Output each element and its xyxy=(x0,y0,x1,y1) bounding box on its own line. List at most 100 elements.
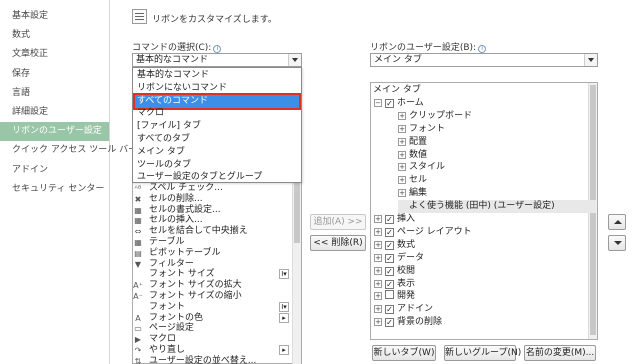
expand-icon[interactable]: + xyxy=(374,240,382,249)
tree-item-label: 背景の削除 xyxy=(397,317,443,328)
checkbox[interactable]: ✓ xyxy=(385,279,394,289)
expand-icon[interactable]: + xyxy=(374,253,382,262)
tree-item-label: データ xyxy=(397,252,425,263)
expand-icon[interactable]: + xyxy=(398,163,406,172)
nav-item-8[interactable]: アドイン xyxy=(0,161,109,180)
tree-item[interactable]: + ✓ データ xyxy=(374,252,424,265)
expand-icon[interactable]: + xyxy=(398,150,406,159)
nav-item-2[interactable]: 文章校正 xyxy=(0,45,109,64)
rename-button[interactable]: 名前の変更(M)... xyxy=(524,345,596,361)
checkbox[interactable]: ✓ xyxy=(385,98,394,108)
tree-item[interactable]: + 数値 xyxy=(398,149,427,162)
nav-item-7[interactable]: クイック アクセス ツール バー xyxy=(0,141,137,160)
add-button[interactable]: 追加(A) >> xyxy=(310,214,366,230)
tree-item[interactable]: + ✓ 校閲 xyxy=(374,265,415,278)
dropdown-option[interactable]: すべてのコマンド xyxy=(133,92,301,110)
command-label: フォントの色 xyxy=(149,312,204,323)
tree-item[interactable]: + ✓ 表示 xyxy=(374,278,415,291)
move-down-button[interactable] xyxy=(608,235,626,251)
tree-item-label: スタイル xyxy=(409,162,446,173)
tree-item[interactable]: + 配置 xyxy=(398,136,427,149)
tree-item[interactable]: よく使う機能 (田中) (ユーザー設定) xyxy=(398,200,596,214)
submenu-indicator: I▾ xyxy=(279,269,289,280)
move-up-button[interactable] xyxy=(608,214,626,230)
expand-icon[interactable]: + xyxy=(398,124,406,133)
nav-item-0[interactable]: 基本設定 xyxy=(0,7,109,26)
chevron-down-icon[interactable] xyxy=(288,54,301,66)
tree-item[interactable]: + 編集 xyxy=(398,187,427,200)
tree-item[interactable]: + ✓ 挿入 xyxy=(374,213,415,226)
font-shrink-icon: A⁻ xyxy=(133,292,143,301)
expand-icon[interactable]: + xyxy=(398,111,406,120)
expand-icon[interactable]: + xyxy=(374,318,382,327)
tree-item[interactable]: + 開発 xyxy=(374,290,415,303)
command-label: ユーザー設定の並べ替え... xyxy=(149,355,257,364)
expand-icon[interactable]: + xyxy=(374,227,382,236)
command-item[interactable]: ⇅ ユーザー設定の並べ替え... xyxy=(133,355,257,364)
checkbox[interactable]: ✓ xyxy=(385,305,394,315)
dropdown-option[interactable]: ツールのタブ xyxy=(135,159,299,172)
expand-icon[interactable]: + xyxy=(374,266,382,275)
checkbox[interactable] xyxy=(385,290,394,300)
tree-item[interactable]: + スタイル xyxy=(398,161,445,174)
checkbox[interactable]: ✓ xyxy=(385,253,394,263)
tree-item-label: 配置 xyxy=(409,136,428,147)
tree-item[interactable]: + ✓ アドイン xyxy=(374,303,433,316)
dropdown-option[interactable]: リボンにないコマンド xyxy=(135,82,299,95)
dropdown-option[interactable]: メイン タブ xyxy=(135,146,299,159)
expand-icon[interactable]: + xyxy=(374,279,382,288)
tree-item[interactable]: + ✓ 数式 xyxy=(374,239,415,252)
dropdown-option[interactable]: マクロ xyxy=(135,107,299,120)
command-label: フォント サイズの縮小 xyxy=(149,291,242,301)
expand-icon[interactable]: + xyxy=(374,292,382,301)
dropdown-option[interactable]: [ファイル] タブ xyxy=(135,120,299,133)
nav-item-3[interactable]: 保存 xyxy=(0,65,109,84)
tree-item[interactable]: + ✓ ページ レイアウト xyxy=(374,226,472,239)
nav-item-1[interactable]: 数式 xyxy=(0,26,109,45)
chevron-down-icon[interactable] xyxy=(584,54,597,66)
options-nav: 基本設定 数式 文章校正 保存 言語 詳細設定 リボンのユーザー設定 クイック アクセス ツー… xyxy=(0,0,137,364)
font-color-icon: A xyxy=(135,313,141,323)
checkbox[interactable]: ✓ xyxy=(385,215,394,224)
insert-cells-icon: ▦ xyxy=(134,216,142,226)
expand-icon[interactable]: + xyxy=(374,215,382,223)
nav-item-5[interactable]: 詳細設定 xyxy=(0,103,109,122)
checkbox[interactable]: ✓ xyxy=(385,240,394,250)
collapse-icon[interactable]: − xyxy=(374,98,382,107)
command-source-select[interactable]: 基本的なコマンド xyxy=(132,53,302,67)
dropdown-option[interactable]: すべてのタブ xyxy=(135,133,299,146)
dropdown-option[interactable]: 基本的なコマンド xyxy=(135,69,299,82)
command-list-scrollbar[interactable] xyxy=(292,183,301,364)
tree-item[interactable]: + セル xyxy=(398,174,427,187)
command-label: やり直し xyxy=(149,345,186,355)
tree-item-label: セル xyxy=(409,175,428,186)
tree-item-label: 開発 xyxy=(397,291,416,302)
new-group-button[interactable]: 新しいグループ(N) xyxy=(444,345,521,361)
tree-item[interactable]: + ✓ 背景の削除 xyxy=(374,316,442,329)
command-label: ページ設定 xyxy=(149,323,194,334)
checkbox[interactable]: ✓ xyxy=(385,227,394,237)
tree-item-label: フォント xyxy=(409,123,446,134)
nav-item-4[interactable]: 言語 xyxy=(0,84,109,103)
nav-item-6[interactable]: リボンのユーザー設定 xyxy=(0,122,109,142)
command-source-dropdown: 基本的なコマンド リボンにないコマンド すべてのコマンド マクロ [ファイル] タブ すべ… xyxy=(132,67,302,183)
nav-item-9[interactable]: セキュリティ センター xyxy=(0,180,109,199)
ribbon-customize-label: リボンのユーザー設定(B): i xyxy=(370,40,487,53)
expand-icon[interactable]: + xyxy=(398,189,406,198)
expand-icon[interactable]: + xyxy=(374,305,382,314)
tree-item[interactable]: メイン タブ xyxy=(373,84,421,97)
tree-item[interactable]: + フォント xyxy=(398,123,445,136)
tree-item[interactable]: + クリップボード xyxy=(398,110,472,123)
checkbox[interactable]: ✓ xyxy=(385,318,394,328)
command-label: セルの書式設定... xyxy=(149,204,221,215)
table-icon: ▦ xyxy=(134,238,142,247)
tree-item[interactable]: − ✓ ホーム xyxy=(374,97,424,110)
expand-icon[interactable]: + xyxy=(398,137,406,146)
new-tab-button[interactable]: 新しいタブ(W) xyxy=(372,345,436,361)
ribbon-tabs-select[interactable]: メイン タブ xyxy=(370,53,598,67)
dropdown-option[interactable]: ユーザー設定のタブとグループ xyxy=(135,171,299,184)
tree-item-label: 挿入 xyxy=(397,214,416,224)
remove-button[interactable]: << 削除(R) xyxy=(310,235,366,251)
checkbox[interactable]: ✓ xyxy=(385,266,394,276)
expand-icon[interactable]: + xyxy=(398,176,406,185)
